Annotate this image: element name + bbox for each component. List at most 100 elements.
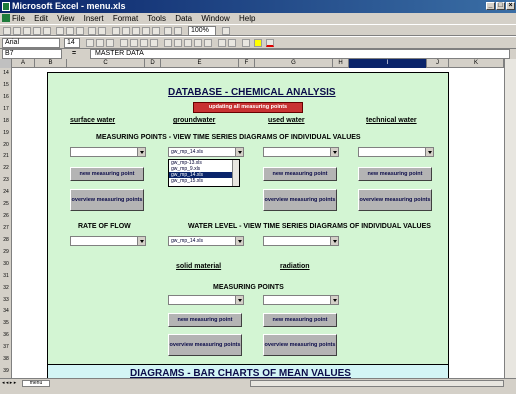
new-point-radiation-button[interactable]: new measuring point <box>263 313 337 327</box>
new-point-used-button[interactable]: new measuring point <box>263 167 337 181</box>
menu-data[interactable]: Data <box>175 14 192 23</box>
new-point-technical-button[interactable]: new measuring point <box>358 167 432 181</box>
new-point-surface-button[interactable]: new measuring point <box>70 167 144 181</box>
col-header-k[interactable]: K <box>449 59 504 68</box>
col-header-b[interactable]: B <box>35 59 67 68</box>
row-header[interactable]: 30 <box>0 259 12 271</box>
col-header-h[interactable]: H <box>333 59 349 68</box>
overview-radiation-button[interactable]: overview measuring points <box>263 334 337 356</box>
row-header[interactable]: 16 <box>0 92 12 104</box>
col-header-c[interactable]: C <box>67 59 145 68</box>
solid-material-select[interactable] <box>168 295 244 305</box>
row-header[interactable]: 26 <box>0 211 12 223</box>
undo-icon[interactable] <box>88 27 96 35</box>
menu-tools[interactable]: Tools <box>147 14 166 23</box>
row-header[interactable]: 19 <box>0 128 12 140</box>
overview-used-button[interactable]: overview measuring points <box>263 189 337 211</box>
help-icon[interactable] <box>222 27 230 35</box>
col-header-f[interactable]: F <box>239 59 255 68</box>
row-header[interactable]: 36 <box>0 330 12 342</box>
menu-edit[interactable]: Edit <box>34 14 48 23</box>
col-header-e[interactable]: E <box>161 59 239 68</box>
row-header[interactable]: 17 <box>0 104 12 116</box>
percent-icon[interactable] <box>174 39 182 47</box>
sort-desc-icon[interactable] <box>152 27 160 35</box>
drawing-icon[interactable] <box>174 27 182 35</box>
used-water-select[interactable] <box>263 147 339 157</box>
select-all-corner[interactable] <box>0 59 12 68</box>
menu-insert[interactable]: Insert <box>84 14 104 23</box>
col-header-d[interactable]: D <box>145 59 161 68</box>
hyperlink-icon[interactable] <box>112 27 120 35</box>
decrease-decimal-icon[interactable] <box>204 39 212 47</box>
groundwater-select[interactable]: gw_mp_14.xls <box>168 147 244 157</box>
copy-icon[interactable] <box>66 27 74 35</box>
overview-technical-button[interactable]: overview measuring points <box>358 189 432 211</box>
row-header[interactable]: 25 <box>0 199 12 211</box>
row-header[interactable]: 31 <box>0 271 12 283</box>
menu-help[interactable]: Help <box>239 14 255 23</box>
col-header-a[interactable]: A <box>12 59 35 68</box>
col-header-i[interactable]: I <box>349 59 427 68</box>
row-header[interactable]: 20 <box>0 140 12 152</box>
water-level-select[interactable]: gw_mp_14.xls <box>168 236 244 246</box>
close-button[interactable]: × <box>506 2 515 10</box>
new-icon[interactable] <box>3 27 11 35</box>
sort-asc-icon[interactable] <box>142 27 150 35</box>
comma-icon[interactable] <box>184 39 192 47</box>
col-header-g[interactable]: G <box>255 59 333 68</box>
row-header[interactable]: 34 <box>0 306 12 318</box>
row-header[interactable]: 27 <box>0 223 12 235</box>
sheet-tab-menu[interactable]: menu <box>22 380 50 387</box>
align-right-icon[interactable] <box>140 39 148 47</box>
row-header[interactable]: 39 <box>0 366 12 378</box>
font-select[interactable]: Arial <box>2 38 60 48</box>
worksheet-grid[interactable]: DATABASE - CHEMICAL ANALYSIS updating al… <box>12 68 504 378</box>
borders-icon[interactable] <box>242 39 250 47</box>
chart-wizard-icon[interactable] <box>164 27 172 35</box>
row-header[interactable]: 29 <box>0 247 12 259</box>
row-header[interactable]: 18 <box>0 116 12 128</box>
zoom-select[interactable]: 100% <box>188 26 216 36</box>
maximize-button[interactable]: □ <box>496 2 505 10</box>
row-header[interactable]: 15 <box>0 80 12 92</box>
overview-surface-button[interactable]: overview measuring points <box>70 189 144 211</box>
rate-of-flow-select[interactable] <box>70 236 146 246</box>
surface-water-select[interactable] <box>70 147 146 157</box>
italic-icon[interactable] <box>96 39 104 47</box>
paste-icon[interactable] <box>76 27 84 35</box>
open-icon[interactable] <box>13 27 21 35</box>
workbook-icon[interactable] <box>2 14 10 22</box>
row-header[interactable]: 32 <box>0 283 12 295</box>
row-header[interactable]: 37 <box>0 342 12 354</box>
save-icon[interactable] <box>23 27 31 35</box>
list-scrollbar[interactable] <box>232 160 239 186</box>
increase-indent-icon[interactable] <box>228 39 236 47</box>
menu-view[interactable]: View <box>57 14 74 23</box>
minimize-button[interactable]: _ <box>486 2 495 10</box>
row-header[interactable]: 28 <box>0 235 12 247</box>
row-header[interactable]: 22 <box>0 163 12 175</box>
overview-solid-button[interactable]: overview measuring points <box>168 334 242 356</box>
font-color-icon[interactable] <box>266 39 274 47</box>
row-header[interactable]: 33 <box>0 295 12 307</box>
cut-icon[interactable] <box>56 27 64 35</box>
underline-icon[interactable] <box>106 39 114 47</box>
font-size-select[interactable]: 14 <box>64 38 80 48</box>
print-icon[interactable] <box>33 27 41 35</box>
autosum-icon[interactable] <box>122 27 130 35</box>
row-header[interactable]: 21 <box>0 151 12 163</box>
menu-file[interactable]: File <box>12 14 25 23</box>
function-icon[interactable] <box>132 27 140 35</box>
update-all-button[interactable]: updating all measuring points <box>193 102 303 113</box>
decrease-indent-icon[interactable] <box>218 39 226 47</box>
col-header-j[interactable]: J <box>427 59 449 68</box>
formula-input[interactable]: MASTER DATA <box>90 49 510 59</box>
currency-icon[interactable] <box>164 39 172 47</box>
row-header[interactable]: 24 <box>0 187 12 199</box>
new-point-solid-button[interactable]: new measuring point <box>168 313 242 327</box>
horizontal-scrollbar[interactable] <box>250 380 504 387</box>
row-header[interactable]: 35 <box>0 318 12 330</box>
redo-icon[interactable] <box>98 27 106 35</box>
menu-format[interactable]: Format <box>113 14 138 23</box>
